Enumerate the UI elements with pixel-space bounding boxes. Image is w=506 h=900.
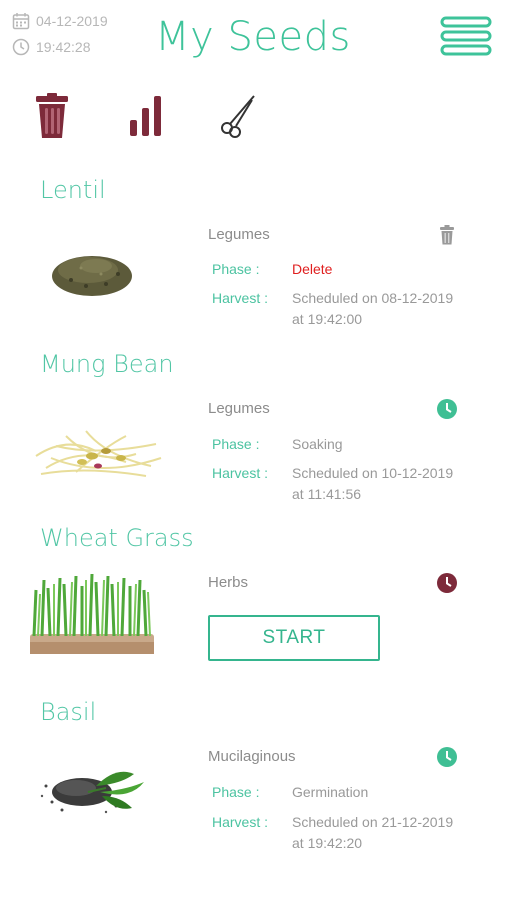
seed-category: Legumes (208, 400, 270, 417)
wheat-grass-image (30, 573, 154, 654)
page-title: My Seeds (155, 14, 351, 60)
basil-seeds-image (40, 771, 144, 814)
phase-value[interactable]: Delete (292, 259, 332, 280)
harvest-label: Harvest : (212, 290, 269, 306)
harvest-label: Harvest : (212, 814, 269, 830)
phase-label: Phase : (212, 784, 260, 800)
seed-card-mung-bean[interactable]: Mung Bean Legumes Phase : Soaking Harves… (0, 350, 506, 520)
seed-name: Basil (40, 698, 97, 726)
harvest-time: at 19:42:00 (292, 311, 363, 327)
seed-card-lentil[interactable]: Lentil Legumes Phase : Delete Harvest : … (0, 176, 506, 346)
seed-category: Herbs (208, 574, 249, 591)
toolbar (0, 92, 506, 142)
clock-icon[interactable] (436, 572, 458, 594)
seed-category: Mucilaginous (208, 748, 296, 765)
phase-value: Soaking (292, 436, 343, 452)
trash-icon[interactable] (30, 92, 74, 140)
mung-bean-sprouts-image (35, 430, 162, 477)
phase-label: Phase : (212, 436, 260, 452)
harvest-time: at 19:42:20 (292, 835, 363, 851)
seed-name: Lentil (40, 176, 106, 204)
lentil-image (52, 256, 132, 296)
harvest-label: Harvest : (212, 465, 269, 481)
trash-icon[interactable] (438, 225, 456, 245)
harvest-date: Scheduled on 21-12-2019 (292, 814, 454, 830)
start-button[interactable]: START (208, 615, 380, 661)
clock-icon[interactable] (436, 746, 458, 768)
phase-value: Germination (292, 784, 369, 800)
hamburger-menu-icon[interactable] (440, 16, 492, 56)
scissors-icon[interactable] (216, 92, 260, 140)
seed-card-basil[interactable]: Basil Mucilaginous Phase : Germination H… (0, 698, 506, 868)
seed-name: Wheat Grass (40, 524, 194, 552)
seed-card-wheat-grass[interactable]: Wheat Grass Herbs START (0, 524, 506, 694)
phase-label: Phase : (212, 261, 260, 277)
seed-category: Legumes (208, 226, 270, 243)
app-header: 04-12-2019 19:42:28 My Seeds (0, 0, 506, 80)
harvest-date: Scheduled on 08-12-2019 (292, 290, 454, 306)
harvest-time: at 11:41:56 (292, 486, 362, 502)
clock-icon[interactable] (436, 398, 458, 420)
harvest-date: Scheduled on 10-12-2019 (292, 465, 454, 481)
seed-name: Mung Bean (40, 350, 174, 378)
stats-icon[interactable] (124, 92, 168, 140)
